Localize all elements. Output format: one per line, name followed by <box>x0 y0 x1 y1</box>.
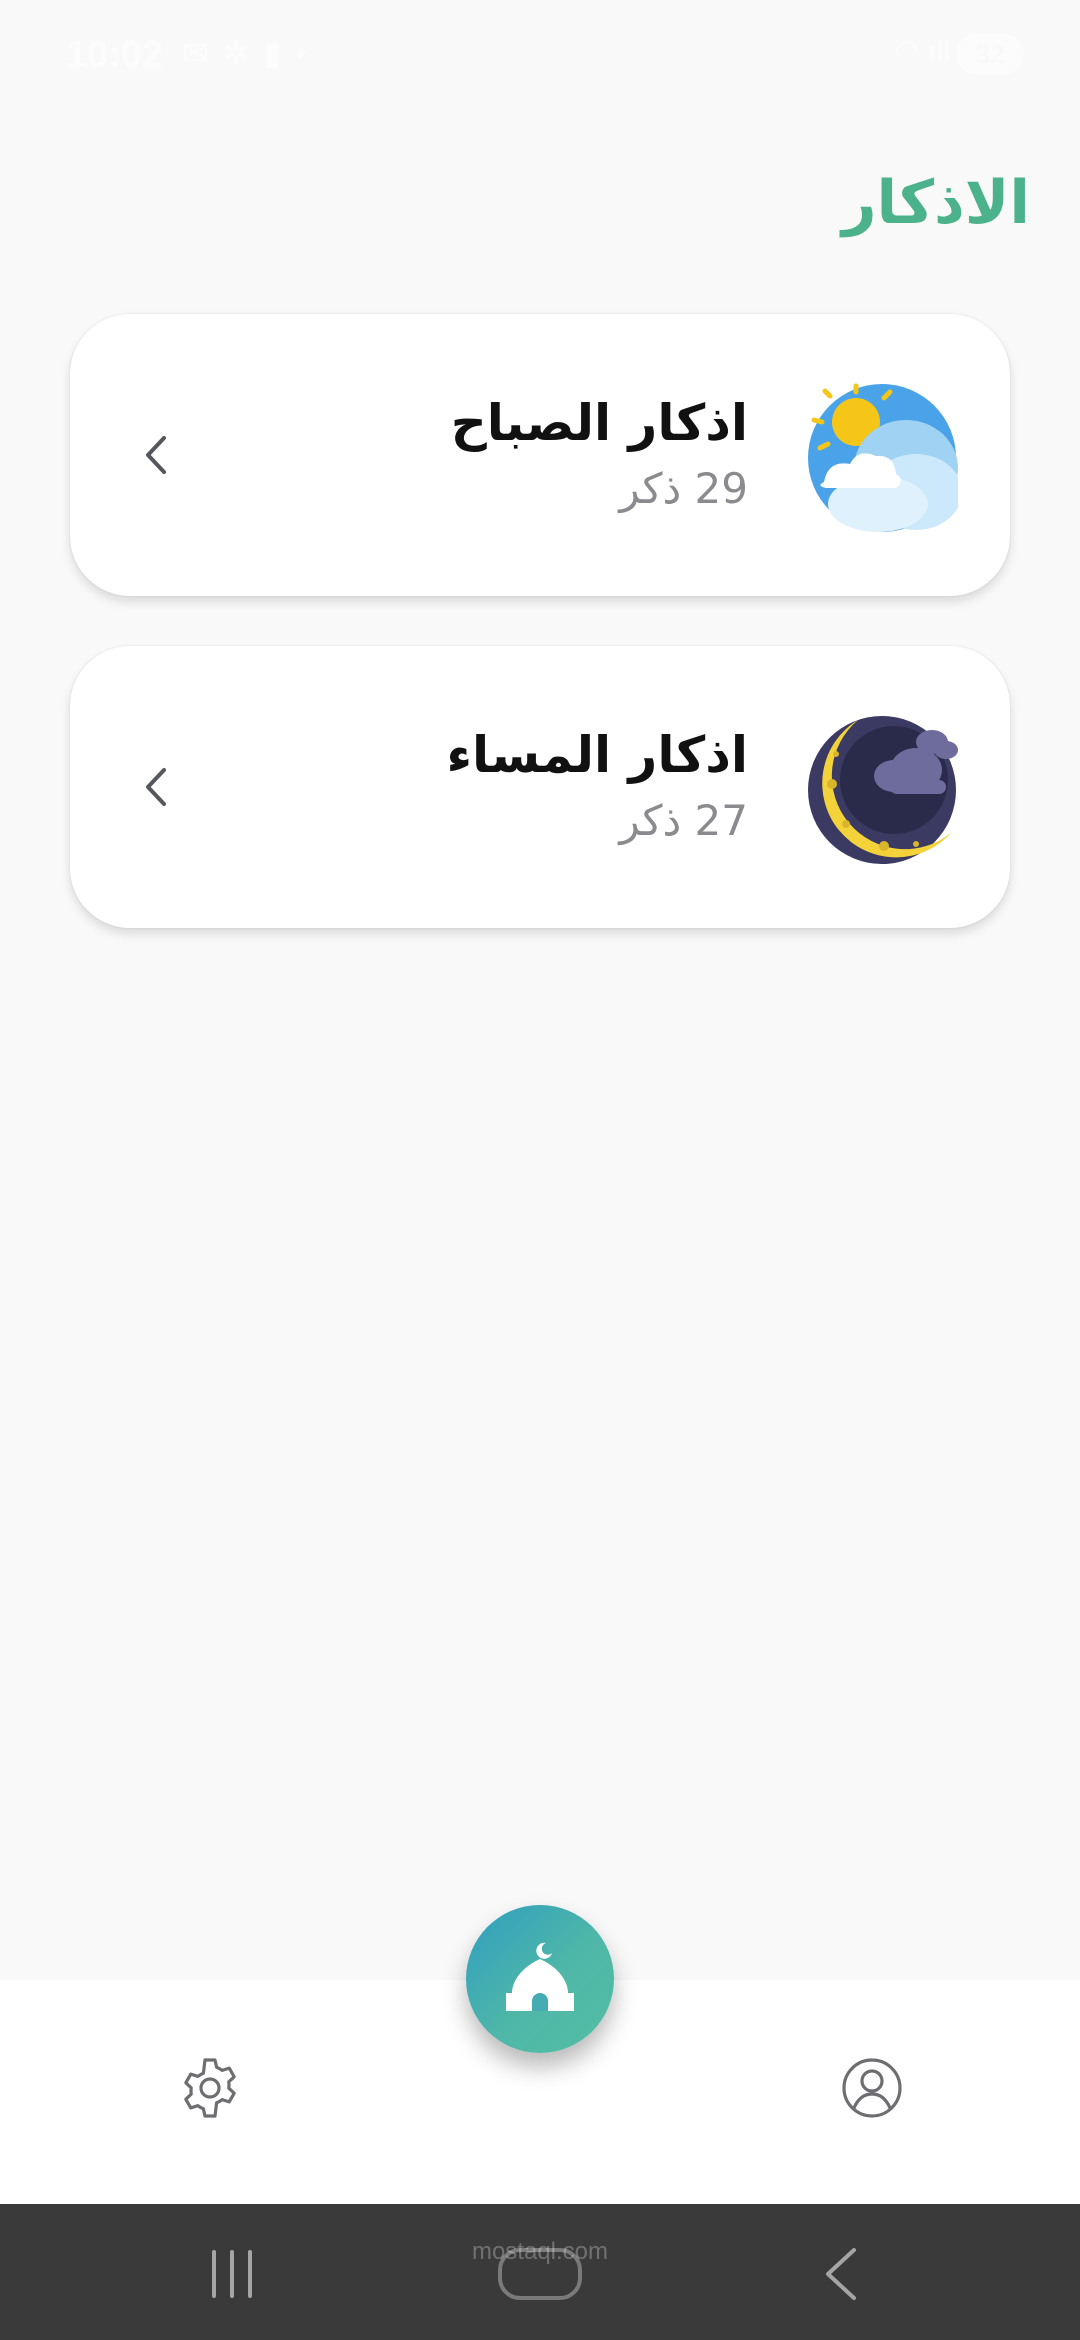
evening-moon-cloud-icon <box>808 716 958 864</box>
status-time: 10:02 <box>66 34 164 76</box>
morning-sun-cloud-icon <box>808 383 958 532</box>
recent-apps-icon[interactable] <box>208 2248 256 2300</box>
battery-indicator: 32 <box>956 34 1024 74</box>
chevron-left-icon <box>146 436 166 474</box>
page-title: الاذكار <box>842 168 1030 238</box>
signal-icons: ◠ ıll <box>893 35 950 68</box>
evening-adhkar-card[interactable]: اذكار المساء 27 ذكر <box>70 646 1010 928</box>
card-count: 29 ذكر <box>619 464 748 513</box>
status-bar: 10:02 ✉✲▮• ◠ ıll 32 <box>0 0 1080 110</box>
home-fab-button[interactable] <box>466 1905 614 2053</box>
watermark: mostaql.com <box>471 2238 609 2265</box>
settings-icon[interactable] <box>178 2056 242 2120</box>
chevron-left-icon <box>146 768 166 806</box>
card-count: 27 ذكر <box>619 796 748 845</box>
system-navigation-bar: mostaql.com <box>0 2204 1080 2340</box>
back-icon[interactable] <box>820 2246 860 2302</box>
card-title: اذكار الصباح <box>450 394 748 452</box>
mosque-home-icon <box>506 1942 574 2011</box>
card-title: اذكار المساء <box>446 726 749 784</box>
notification-icons: ✉✲▮• <box>182 35 321 71</box>
profile-icon[interactable] <box>840 2056 904 2120</box>
morning-adhkar-card[interactable]: اذكار الصباح 29 ذكر <box>70 314 1010 596</box>
